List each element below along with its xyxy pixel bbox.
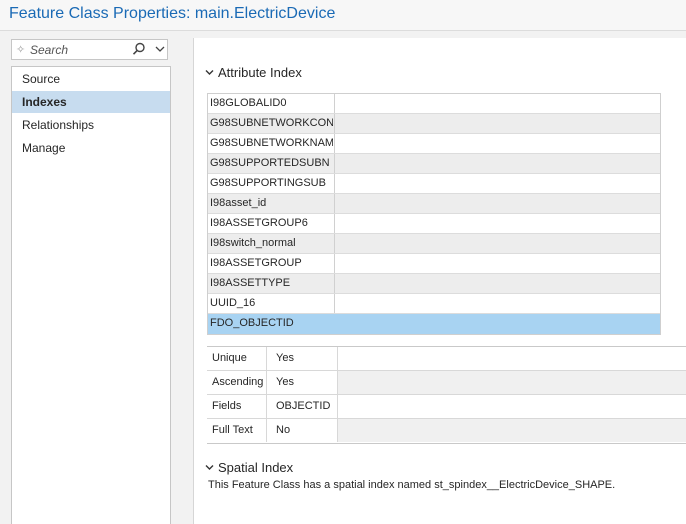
property-label: Unique bbox=[207, 347, 267, 370]
property-filler bbox=[338, 347, 686, 370]
property-value: OBJECTID bbox=[268, 395, 338, 418]
index-row[interactable]: G98SUPPORTINGSUB bbox=[208, 174, 660, 194]
column-divider bbox=[334, 314, 335, 333]
column-divider bbox=[334, 214, 335, 233]
column-divider bbox=[334, 154, 335, 173]
sidebar-nav: Source Indexes Relationships Manage bbox=[11, 66, 171, 524]
window-title: Feature Class Properties: main.ElectricD… bbox=[9, 5, 336, 22]
index-row[interactable]: I98ASSETGROUP6 bbox=[208, 214, 660, 234]
property-label: Fields bbox=[207, 395, 267, 418]
property-filler bbox=[338, 371, 686, 394]
index-row[interactable]: G98SUPPORTEDSUBN bbox=[208, 154, 660, 174]
search-input[interactable] bbox=[30, 42, 130, 57]
title-bar: Feature Class Properties: main.ElectricD… bbox=[0, 0, 686, 31]
index-name: I98ASSETGROUP bbox=[210, 257, 302, 269]
index-row[interactable]: G98SUBNETWORKNAM bbox=[208, 134, 660, 154]
index-row-selected[interactable]: FDO_OBJECTID bbox=[208, 314, 660, 334]
index-name: G98SUPPORTINGSUB bbox=[210, 177, 326, 189]
sidebar-item-manage[interactable]: Manage bbox=[12, 137, 170, 159]
magnifier-icon[interactable] bbox=[132, 42, 146, 56]
sparkle-icon: ✧ bbox=[16, 44, 26, 56]
column-divider bbox=[334, 114, 335, 133]
column-divider bbox=[334, 94, 335, 113]
index-name: G98SUBNETWORKNAM bbox=[210, 137, 333, 149]
column-divider bbox=[334, 254, 335, 273]
property-filler bbox=[338, 419, 686, 442]
search-box[interactable]: ✧ bbox=[11, 39, 168, 60]
index-row[interactable]: I98GLOBALID0 bbox=[208, 94, 660, 114]
column-divider bbox=[334, 134, 335, 153]
index-row[interactable]: I98asset_id bbox=[208, 194, 660, 214]
index-name: G98SUPPORTEDSUBN bbox=[210, 157, 330, 169]
column-divider bbox=[334, 234, 335, 253]
index-name: FDO_OBJECTID bbox=[210, 317, 294, 329]
index-name: G98SUBNETWORKCON bbox=[210, 117, 333, 129]
index-name: I98GLOBALID0 bbox=[210, 97, 287, 109]
index-name: I98asset_id bbox=[210, 197, 267, 209]
property-value: No bbox=[268, 419, 338, 442]
property-value: Yes bbox=[268, 371, 338, 394]
index-name: I98ASSETGROUP6 bbox=[210, 217, 308, 229]
spatial-index-description: This Feature Class has a spatial index n… bbox=[208, 479, 616, 491]
property-row: Full Text No bbox=[207, 419, 686, 443]
index-row[interactable]: I98ASSETTYPE bbox=[208, 274, 660, 294]
property-label: Ascending bbox=[207, 371, 267, 394]
chevron-down-icon bbox=[205, 70, 214, 75]
index-row[interactable]: G98SUBNETWORKCON bbox=[208, 114, 660, 134]
index-properties: Unique Yes Ascending Yes Fields OBJECTID… bbox=[207, 346, 686, 444]
column-divider bbox=[334, 194, 335, 213]
sidebar-item-source[interactable]: Source bbox=[12, 68, 170, 90]
property-label: Full Text bbox=[207, 419, 267, 442]
index-row[interactable]: UUID_16 bbox=[208, 294, 660, 314]
spatial-index-header[interactable]: Spatial Index bbox=[205, 460, 293, 475]
spatial-index-heading: Spatial Index bbox=[218, 460, 294, 475]
attribute-index-header[interactable]: Attribute Index bbox=[205, 65, 302, 80]
column-divider bbox=[334, 294, 335, 313]
index-list: I98GLOBALID0 G98SUBNETWORKCON G98SUBNETW… bbox=[207, 93, 661, 335]
attribute-index-heading: Attribute Index bbox=[218, 65, 302, 80]
column-divider bbox=[334, 174, 335, 193]
property-row: Unique Yes bbox=[207, 347, 686, 371]
chevron-down-icon[interactable] bbox=[155, 44, 165, 54]
index-name: I98ASSETTYPE bbox=[210, 277, 291, 289]
column-divider bbox=[334, 274, 335, 293]
index-name: I98switch_normal bbox=[210, 237, 296, 249]
sidebar-item-indexes[interactable]: Indexes bbox=[12, 91, 170, 113]
index-row[interactable]: I98ASSETGROUP bbox=[208, 254, 660, 274]
property-row: Ascending Yes bbox=[207, 371, 686, 395]
property-row: Fields OBJECTID bbox=[207, 395, 686, 419]
index-name: UUID_16 bbox=[210, 297, 256, 309]
property-filler bbox=[338, 395, 686, 418]
index-row[interactable]: I98switch_normal bbox=[208, 234, 660, 254]
sidebar-item-relationships[interactable]: Relationships bbox=[12, 114, 170, 136]
property-value: Yes bbox=[268, 347, 338, 370]
chevron-down-icon bbox=[205, 465, 214, 470]
